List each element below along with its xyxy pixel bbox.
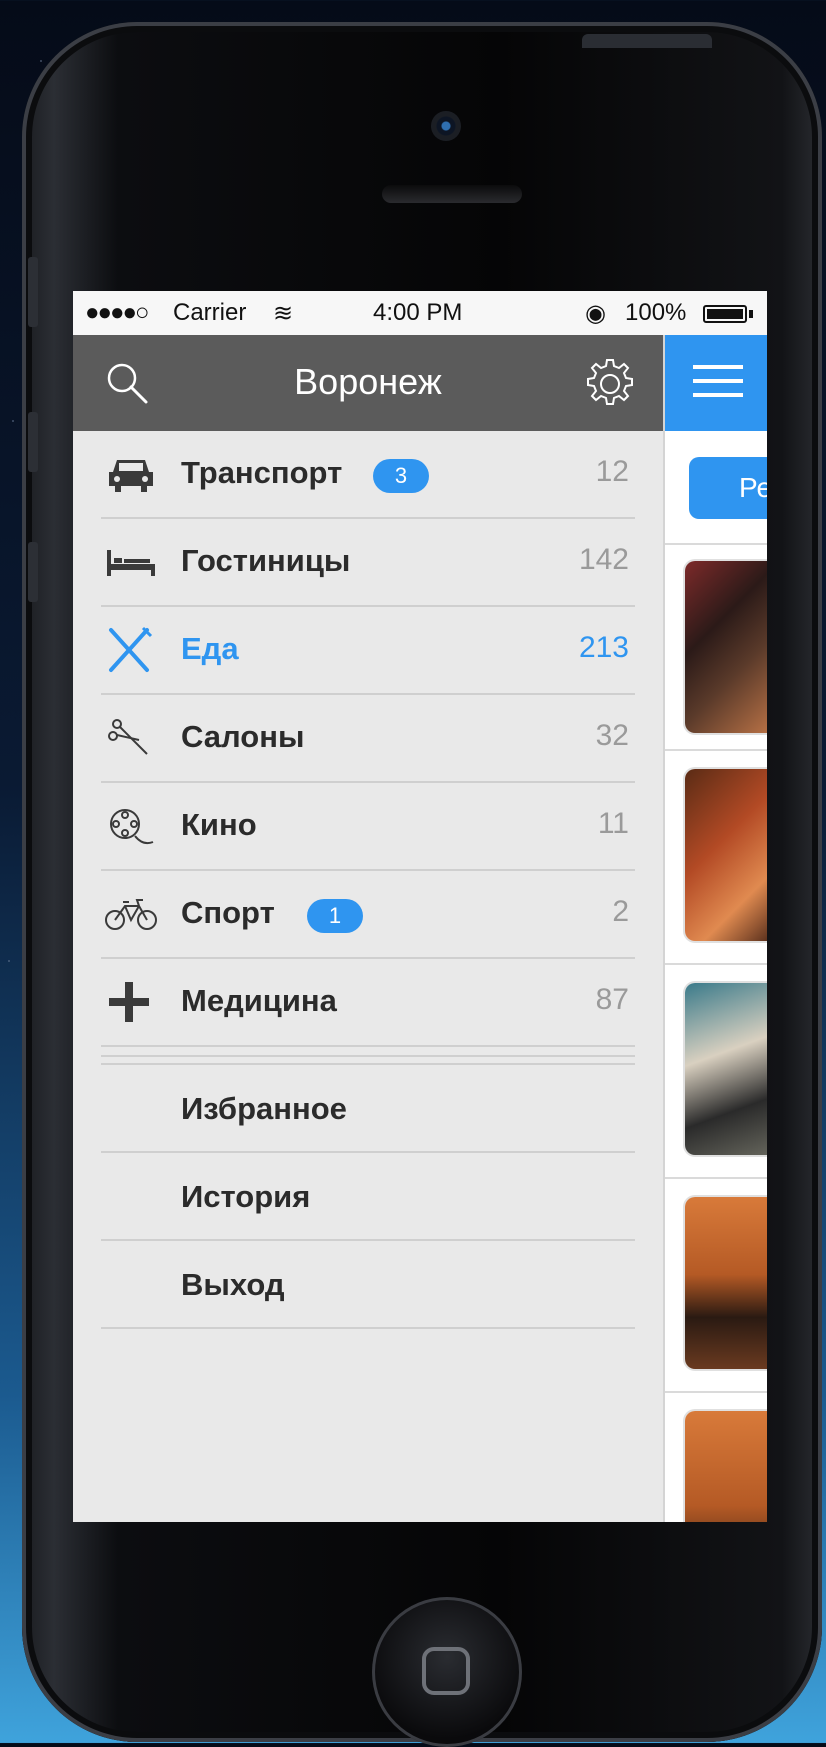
battery-percent: 100% <box>625 299 687 326</box>
item-count: 32 <box>595 719 629 752</box>
menu-item-favorites[interactable]: Избранное <box>101 1065 635 1153</box>
item-count: 213 <box>578 631 629 664</box>
star <box>8 960 10 962</box>
star <box>12 420 14 422</box>
signal-icon: ●●●●○ <box>85 299 150 326</box>
power-button <box>582 34 712 48</box>
wifi-icon: ≋ <box>273 300 294 327</box>
menu-item-label: История <box>181 1179 311 1214</box>
phone-screen: ●●●●○ Carrier ≋ 4:00 PM ◉ 100% Воронеж Т… <box>73 291 767 1522</box>
car-icon <box>109 460 153 492</box>
place-thumbnail[interactable] <box>685 1411 767 1522</box>
menu-item-label: Еда <box>181 631 239 666</box>
section-divider <box>101 1055 635 1065</box>
menu-item-salons[interactable]: Салоны 32 <box>101 695 635 783</box>
battery-tip <box>749 310 753 318</box>
item-count: 2 <box>612 895 629 928</box>
place-thumbnail[interactable] <box>685 561 767 733</box>
place-thumbnail[interactable] <box>685 769 767 941</box>
item-count: 87 <box>595 983 629 1016</box>
volume-down-button <box>28 542 38 602</box>
menu-item-label: Выход <box>181 1267 285 1302</box>
carrier-label: Carrier <box>173 299 247 326</box>
item-count: 12 <box>595 455 629 488</box>
menu-item-logout[interactable]: Выход <box>101 1241 635 1329</box>
menu-item-label: Спорт <box>181 895 275 930</box>
item-count: 142 <box>578 543 629 576</box>
card-divider <box>665 1177 767 1179</box>
content-header <box>665 335 767 431</box>
card-divider <box>665 963 767 965</box>
menu-item-medicine[interactable]: Медицина 87 <box>101 959 635 1047</box>
menu-item-label: Транспорт <box>181 455 343 490</box>
home-button[interactable] <box>372 1597 522 1747</box>
plus-icon <box>109 982 149 1022</box>
filter-button[interactable]: Ре <box>689 457 767 519</box>
menu-item-history[interactable]: История <box>101 1153 635 1241</box>
rotation-lock-icon: ◉ <box>585 300 606 327</box>
place-thumbnail[interactable] <box>685 983 767 1155</box>
card-divider <box>665 749 767 751</box>
menu-item-label: Гостиницы <box>181 543 351 578</box>
bed-icon <box>107 550 155 576</box>
fork-knife-icon <box>109 626 153 672</box>
scissors-icon <box>108 719 148 755</box>
star <box>40 60 42 62</box>
menu-item-cinema[interactable]: Кино 11 <box>101 783 635 871</box>
menu-header: Воронеж <box>73 335 663 431</box>
card-divider <box>665 543 767 545</box>
menu-item-label: Избранное <box>181 1091 347 1126</box>
notification-badge: 3 <box>373 459 429 493</box>
gear-icon[interactable] <box>583 357 637 411</box>
item-count: 11 <box>597 807 629 840</box>
clock: 4:00 PM <box>373 299 463 326</box>
film-reel-icon <box>110 809 154 845</box>
menu-item-hotels[interactable]: Гостиницы 142 <box>101 519 635 607</box>
menu-item-sport[interactable]: Спорт 1 2 <box>101 871 635 959</box>
home-square-icon <box>422 1647 470 1695</box>
menu-item-transport[interactable]: Транспорт 3 12 <box>101 431 635 519</box>
bicycle-icon <box>105 899 157 930</box>
category-menu: Транспорт 3 12 Гостиницы 142 Еда 213 Сал… <box>73 431 663 1329</box>
main-content-panel: Ре <box>663 335 767 1522</box>
hamburger-icon[interactable] <box>693 365 743 403</box>
place-thumbnail[interactable] <box>685 1197 767 1369</box>
battery-icon <box>703 305 747 323</box>
menu-item-label: Медицина <box>181 983 337 1018</box>
city-title[interactable]: Воронеж <box>73 361 663 403</box>
notification-badge: 1 <box>307 899 363 933</box>
menu-item-label: Кино <box>181 807 257 842</box>
menu-item-label: Салоны <box>181 719 305 754</box>
earpiece-speaker <box>382 185 522 203</box>
card-divider <box>665 1391 767 1393</box>
volume-up-button <box>28 412 38 472</box>
front-camera <box>431 111 461 141</box>
menu-item-food[interactable]: Еда 213 <box>101 607 635 695</box>
mute-switch <box>28 257 38 327</box>
status-bar: ●●●●○ Carrier ≋ 4:00 PM ◉ 100% <box>73 291 767 335</box>
